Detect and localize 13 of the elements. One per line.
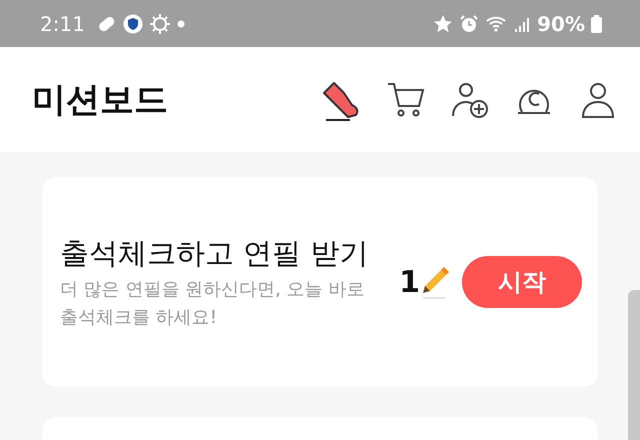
pencil-icon: [420, 265, 450, 299]
star-icon: [433, 14, 454, 34]
battery-percentage: 90%: [537, 12, 585, 36]
alarm-icon: [459, 14, 480, 34]
start-button[interactable]: 시작: [462, 256, 582, 308]
dot-icon: [176, 20, 185, 28]
reward-count: 1: [399, 264, 420, 300]
mission-description: 더 많은 연필을 원하신다면, 오늘 바로 출석체크를 하세요!: [60, 278, 366, 330]
page-title: 미션보드: [32, 78, 169, 122]
shield-icon: [122, 14, 143, 34]
status-time: 2:11: [40, 12, 85, 36]
battery-icon: [591, 14, 602, 32]
mission-title: 출석체크하고 연필 받기: [60, 235, 370, 272]
